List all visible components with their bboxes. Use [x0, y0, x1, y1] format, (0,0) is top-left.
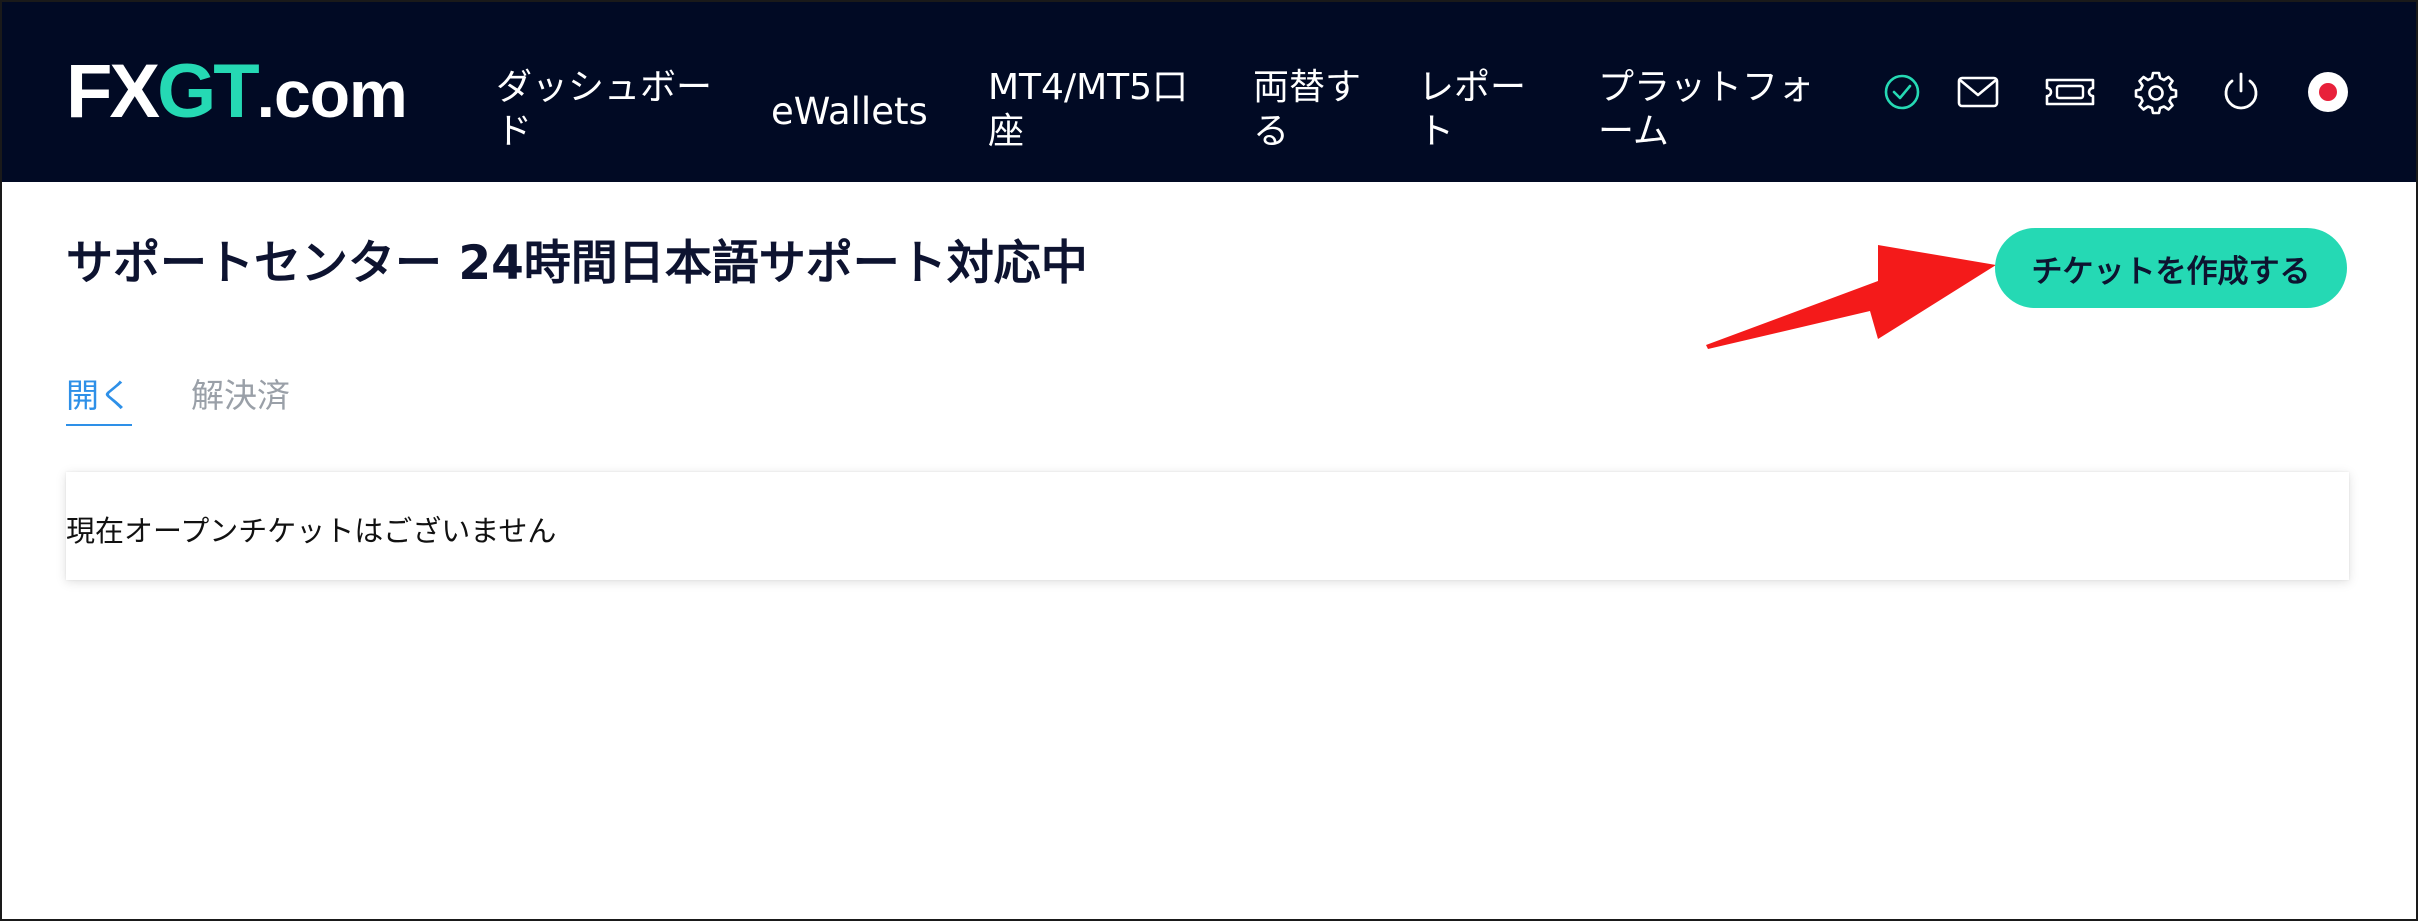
nav-mt4-mt5-line1: MT4/MT5口	[988, 67, 1189, 108]
annotation-arrow-shape	[1706, 245, 1996, 349]
logo-com: .com	[256, 57, 408, 131]
nav-dashboard-line2: ド	[496, 111, 533, 152]
page-title: サポートセンター 24時間日本語サポート対応中	[66, 236, 1088, 291]
fxgt-logo[interactable]: FX GT .com	[66, 52, 411, 132]
logo-gt: GT	[157, 49, 260, 134]
mail-icon[interactable]	[1954, 68, 2002, 116]
nav-exchange-line2: る	[1253, 111, 1290, 152]
nav-report-line2: ト	[1418, 111, 1455, 152]
app-window: FX GT .com ダッシュボー ド eWallets MT4/MT5口 座 …	[0, 0, 2418, 921]
logo-fx: FX	[66, 49, 160, 134]
verified-check-icon[interactable]	[1878, 68, 1926, 116]
top-navbar: FX GT .com ダッシュボー ド eWallets MT4/MT5口 座 …	[2, 2, 2416, 182]
tab-open[interactable]: 開く	[66, 372, 132, 426]
empty-state-message: 現在オープンチケットはございません	[66, 514, 557, 548]
nav-report[interactable]: レポー ト	[1418, 66, 1526, 154]
nav-dashboard[interactable]: ダッシュボー ド	[496, 66, 712, 154]
nav-report-line1: レポー	[1418, 67, 1527, 108]
nav-platform[interactable]: プラットフォ ーム	[1598, 66, 1814, 154]
create-ticket-button[interactable]: チケットを作成する	[1995, 228, 2347, 308]
ticket-svg	[2045, 78, 2095, 106]
nav-platform-line2: ーム	[1598, 111, 1669, 152]
ticket-list-panel: 現在オープンチケットはございません	[66, 472, 2349, 580]
nav-dashboard-line1: ダッシュボー	[496, 67, 713, 108]
mail-svg	[1957, 76, 1999, 108]
nav-mt4-mt5-line2: 座	[988, 111, 1025, 152]
power-svg	[2224, 72, 2258, 110]
ticket-icon[interactable]	[2042, 68, 2098, 116]
nav-exchange-line1: 両替す	[1253, 67, 1362, 108]
gear-svg	[2134, 71, 2178, 115]
nav-exchange[interactable]: 両替す る	[1253, 66, 1361, 154]
verified-check-svg	[1884, 74, 1920, 110]
nav-platform-line1: プラットフォ	[1598, 67, 1815, 108]
nav-mt4-mt5-account[interactable]: MT4/MT5口 座	[988, 66, 1188, 154]
annotation-arrow	[1706, 245, 1996, 349]
nav-ewallets-label: eWallets	[771, 90, 928, 133]
japan-flag-svg	[2308, 72, 2348, 112]
nav-ewallets[interactable]: eWallets	[771, 90, 928, 134]
tab-resolved[interactable]: 解決済	[191, 372, 290, 420]
japan-flag-icon[interactable]	[2304, 68, 2352, 116]
gear-icon[interactable]	[2132, 68, 2180, 116]
power-icon[interactable]	[2217, 68, 2265, 116]
